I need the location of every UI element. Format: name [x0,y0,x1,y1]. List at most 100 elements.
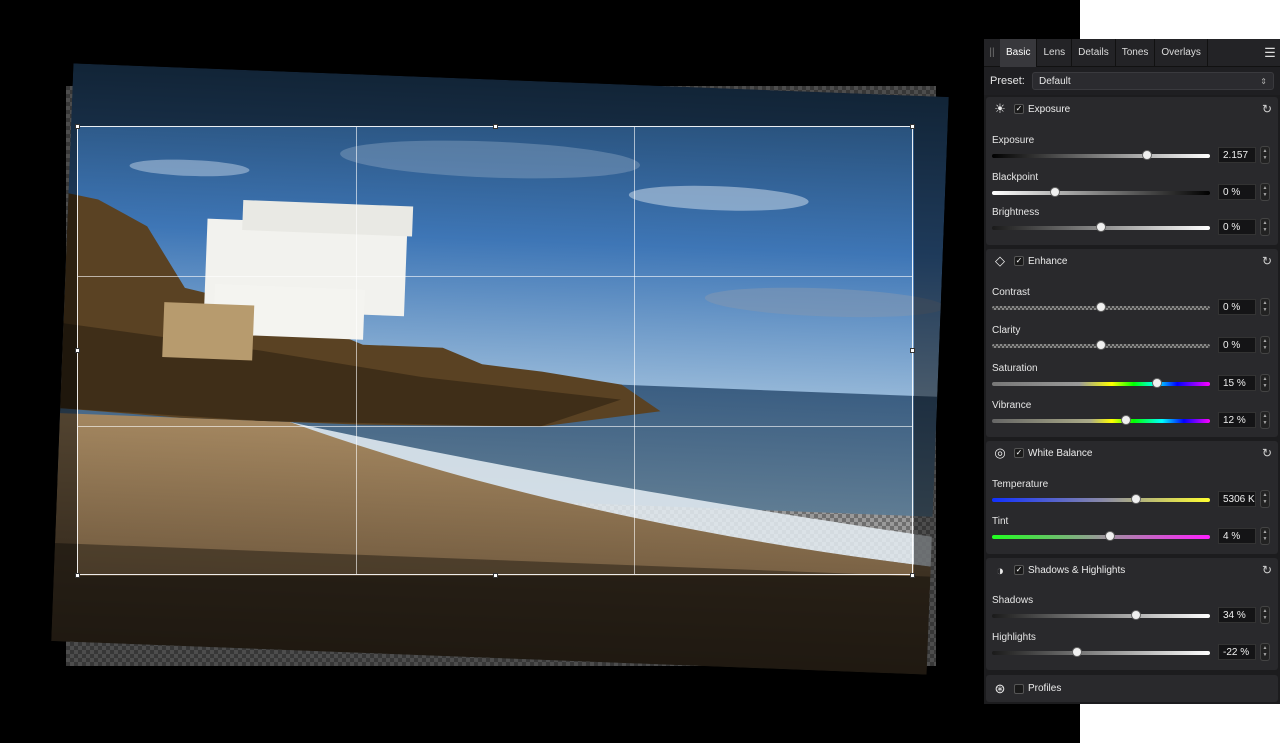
slider-thumb[interactable] [1121,415,1132,425]
crop-dim-top [0,0,1080,126]
slider-row: Brightness 0 % ▲ ▼ [986,207,1278,243]
slider-row: Shadows 34 % ▲ ▼ [986,595,1278,631]
profiles-enable-checkbox[interactable] [1014,683,1024,694]
photo-canvas[interactable] [0,0,1080,743]
panel-grip-icon[interactable]: || [984,39,1000,67]
value-stepper[interactable]: ▲ ▼ [1260,643,1270,661]
value-field[interactable]: 12 % [1218,412,1256,428]
crop-handle-bottom-right[interactable] [910,573,915,578]
preset-row: Preset: Default ⇕ [984,67,1280,95]
reset-icon[interactable]: ↻ [1262,254,1272,268]
slider-label: Saturation [992,363,1038,374]
value-stepper[interactable]: ▲ ▼ [1260,411,1270,429]
exposure-slider[interactable] [992,154,1210,158]
exposure-enable-checkbox[interactable]: ✓ [1014,104,1024,114]
value-field[interactable]: 0 % [1218,299,1256,315]
value-field[interactable]: 0 % [1218,219,1256,235]
slider-label: Clarity [992,325,1021,336]
crop-handle-bottom-left[interactable] [75,573,80,578]
value-stepper[interactable]: ▲ ▼ [1260,490,1270,508]
crop-dim-left [0,126,77,576]
slider-thumb[interactable] [1151,378,1162,388]
highlights-slider[interactable] [992,651,1210,655]
preset-select[interactable]: Default ⇕ [1032,72,1274,90]
section-title: White Balance [1028,447,1093,459]
value-field[interactable]: 2.157 [1218,147,1256,163]
value-field[interactable]: 5306 K [1218,491,1256,507]
slider-label: Temperature [992,479,1049,490]
crop-handle-left[interactable] [75,348,80,353]
slider-thumb[interactable] [1072,647,1083,657]
tab-tones[interactable]: Tones [1116,38,1156,67]
vibrance-slider[interactable] [992,419,1210,423]
white-balance-enable-checkbox[interactable]: ✓ [1014,448,1024,458]
value-stepper[interactable]: ▲ ▼ [1260,527,1270,545]
value-field[interactable]: 0 % [1218,184,1256,200]
value-field[interactable]: 4 % [1218,528,1256,544]
hamburger-icon[interactable]: ☰ [1260,39,1280,67]
value-stepper[interactable]: ▲ ▼ [1260,183,1270,201]
value-field[interactable]: -22 % [1218,644,1256,660]
slider-thumb[interactable] [1096,340,1106,350]
section-title: Enhance [1028,255,1068,267]
reset-icon[interactable]: ↻ [1262,563,1272,577]
shadows-highlights-enable-checkbox[interactable]: ✓ [1014,565,1024,575]
value-field[interactable]: 34 % [1218,607,1256,623]
value-stepper[interactable]: ▲ ▼ [1260,218,1270,236]
crop-handle-right[interactable] [910,348,915,353]
section-title: Profiles [1028,683,1062,694]
slider-thumb[interactable] [1096,222,1106,232]
slider-row: Clarity 0 % ▲ ▼ [986,325,1278,361]
value-stepper[interactable]: ▲ ▼ [1260,606,1270,624]
value-field[interactable]: 15 % [1218,375,1256,391]
crop-handle-top-left[interactable] [75,124,80,129]
shadows-slider[interactable] [992,614,1210,618]
crop-handle-top[interactable] [493,124,498,129]
preset-label: Preset: [990,75,1025,87]
crop-grid-line [78,426,912,427]
slider-row: Exposure 2.157 ▲ ▼ [986,135,1278,171]
reset-icon[interactable]: ↻ [1262,102,1272,116]
slider-thumb[interactable] [1096,302,1106,312]
value-field[interactable]: 0 % [1218,337,1256,353]
slider-label: Brightness [992,207,1040,218]
tab-overlays[interactable]: Overlays [1155,38,1208,67]
section-title: Shadows & Highlights [1028,564,1126,576]
develop-panel: || Basic Lens Details Tones Overlays ☰ P… [984,38,1280,704]
slider-thumb[interactable] [1050,187,1061,197]
crop-handle-bottom[interactable] [493,573,498,578]
slider-row: Tint 4 % ▲ ▼ [986,516,1278,552]
section-exposure: ☀ ✓ Exposure ↻ Exposure 2.157 ▲ ▼ Blackpo… [986,97,1278,245]
enhance-enable-checkbox[interactable]: ✓ [1014,256,1024,266]
crop-handle-top-right[interactable] [910,124,915,129]
crop-frame[interactable] [77,126,913,575]
tab-bar: || Basic Lens Details Tones Overlays ☰ [984,38,1280,67]
slider-label: Vibrance [992,400,1032,411]
value-stepper[interactable]: ▲ ▼ [1260,336,1270,354]
temperature-slider[interactable] [992,498,1210,502]
tab-lens[interactable]: Lens [1037,38,1073,67]
slider-label: Tint [992,516,1009,527]
slider-row: Saturation 15 % ▲ ▼ [986,363,1278,399]
value-stepper[interactable]: ▲ ▼ [1260,146,1270,164]
blackpoint-slider[interactable] [992,191,1210,195]
slider-label: Blackpoint [992,172,1039,183]
slider-label: Contrast [992,287,1030,298]
section-white-balance: ◎ ✓ White Balance ↻ Temperature 5306 K ▲… [986,441,1278,554]
reset-icon[interactable]: ↻ [1262,446,1272,460]
slider-thumb[interactable] [1104,531,1115,541]
slider-thumb[interactable] [1130,494,1141,504]
chevron-updown-icon: ⇕ [1260,76,1267,86]
slider-thumb[interactable] [1130,610,1141,620]
slider-row: Contrast 0 % ▲ ▼ [986,287,1278,323]
diamond-icon: ◇ [995,253,1005,268]
slider-thumb[interactable] [1141,150,1152,160]
section-profiles: ⊛ Profiles [986,675,1278,702]
tab-basic[interactable]: Basic [1000,38,1038,67]
profiles-icon: ⊛ [994,680,1006,696]
value-stepper[interactable]: ▲ ▼ [1260,374,1270,392]
value-stepper[interactable]: ▲ ▼ [1260,298,1270,316]
tab-details[interactable]: Details [1072,38,1116,67]
saturation-slider[interactable] [992,382,1210,386]
tint-slider[interactable] [992,535,1210,539]
